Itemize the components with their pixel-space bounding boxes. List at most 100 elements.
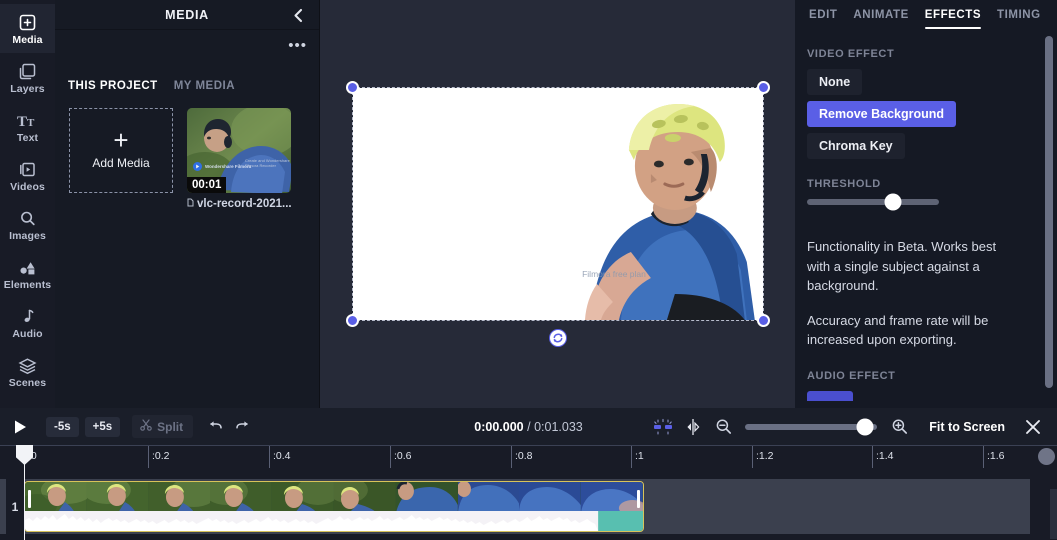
media-thumbnail[interactable]: Wondershare Filmora Create and Wondersha…: [187, 108, 291, 193]
rail-item-layers[interactable]: Layers: [0, 53, 55, 102]
threshold-slider[interactable]: [807, 193, 939, 211]
filmstrip-frame: [581, 482, 643, 513]
timeline-zoom-slider-thumb[interactable]: [856, 418, 874, 435]
time-separator: /: [527, 419, 531, 434]
filmstrip-frame: [519, 482, 582, 513]
video-effect-label: VIDEO EFFECT: [807, 48, 895, 60]
rail-item-label: Layers: [10, 82, 45, 95]
ruler-tick: :1.6: [983, 446, 1005, 468]
rail-item-label: Audio: [12, 327, 43, 340]
track-number: 1: [6, 479, 24, 534]
split-button[interactable]: Split: [132, 415, 194, 438]
beta-note-1: Functionality in Beta. Works best with a…: [807, 239, 997, 293]
timeline-horizontal-scroll-handle[interactable]: [1038, 448, 1055, 465]
threshold-slider-thumb[interactable]: [884, 193, 902, 211]
magnetic-snap-icon[interactable]: [649, 412, 677, 442]
rail-item-label: Elements: [3, 278, 52, 291]
undo-icon[interactable]: [201, 412, 229, 442]
zoom-out-icon[interactable]: [709, 412, 737, 442]
close-icon[interactable]: [1017, 411, 1049, 443]
fit-to-screen-button[interactable]: Fit to Screen: [919, 415, 1015, 439]
skip-forward-5s-button[interactable]: +5s: [84, 416, 121, 437]
chevron-left-icon[interactable]: [287, 4, 309, 26]
rail-item-label: Media: [12, 33, 43, 46]
rail-item-label: Images: [9, 229, 46, 242]
filmstrip-frame: [333, 482, 396, 513]
stage-subject-cutout: [525, 88, 763, 320]
tab-edit[interactable]: EDIT: [809, 1, 837, 31]
properties-panel: EDIT ANIMATE EFFECTS TIMING VIDEO EFFECT…: [795, 0, 1057, 408]
resize-handle-bottom-right[interactable]: [756, 314, 770, 327]
resize-handle-top-right[interactable]: [756, 81, 770, 94]
threshold-label: THRESHOLD: [807, 178, 881, 190]
tab-animate[interactable]: ANIMATE: [853, 1, 908, 31]
filmstrip-frame: [210, 482, 273, 513]
rail-item-text[interactable]: TT Text: [0, 102, 55, 151]
timeline-tracks: 1: [0, 467, 1057, 540]
timeline-clip[interactable]: [24, 481, 644, 532]
media-duration-badge: 00:01: [187, 177, 227, 193]
play-icon[interactable]: [0, 408, 40, 445]
audio-effect-option-partial[interactable]: [807, 390, 853, 401]
media-panel: MEDIA ••• THIS PROJECT MY MEDIA + Add Me…: [55, 0, 320, 408]
filmstrip-frame: [272, 482, 334, 513]
clip-trim-handle-left[interactable]: [28, 490, 31, 508]
time-current: 0:00.000: [474, 419, 524, 434]
more-dots-icon[interactable]: •••: [288, 38, 307, 53]
effect-option-remove-background[interactable]: Remove Background: [807, 101, 957, 127]
rail-item-media[interactable]: Media: [0, 4, 55, 53]
media-item[interactable]: Wondershare Filmora Create and Wondersha…: [187, 108, 291, 210]
filmora-editor-window: Media Layers TT Text Videos Images Eleme…: [0, 0, 1057, 540]
tab-this-project[interactable]: THIS PROJECT: [68, 80, 158, 92]
add-media-button[interactable]: + Add Media: [69, 108, 173, 193]
add-media-label: Add Media: [92, 155, 150, 170]
thumbnail-brand-overlay: Wondershare Filmora: [193, 162, 251, 171]
filmstrip-frame: [86, 482, 149, 513]
media-panel-tabs: THIS PROJECT MY MEDIA: [55, 30, 319, 92]
rail-item-label: Scenes: [8, 376, 47, 389]
left-tool-rail: Media Layers TT Text Videos Images Eleme…: [0, 0, 55, 408]
redo-icon[interactable]: [229, 412, 257, 442]
rail-item-elements[interactable]: Elements: [0, 249, 55, 298]
resize-handle-top-left[interactable]: [345, 81, 359, 94]
rail-item-scenes[interactable]: Scenes: [0, 347, 55, 396]
scissors-icon: [140, 419, 152, 434]
media-add-icon: [18, 12, 37, 33]
text-icon: TT: [17, 110, 39, 131]
effect-option-none[interactable]: None: [807, 69, 863, 95]
media-item-filename: vlc-record-2021...: [197, 198, 291, 210]
rail-item-audio[interactable]: Audio: [0, 298, 55, 347]
rail-item-label: Text: [16, 131, 39, 144]
playhead[interactable]: [16, 445, 33, 540]
thumbnail-brand-sub: Create and Wondershare Filmora Recorder: [245, 158, 290, 169]
time-total: 0:01.033: [534, 419, 583, 434]
svg-text:T: T: [17, 114, 27, 130]
skip-back-5s-button[interactable]: -5s: [46, 416, 79, 437]
tab-effects[interactable]: EFFECTS: [924, 1, 982, 31]
video-icon: [18, 159, 37, 180]
effect-option-chroma-key[interactable]: Chroma Key: [807, 133, 905, 159]
video-stage[interactable]: Filmora free plan: [345, 81, 770, 347]
rail-item-images[interactable]: Images: [0, 200, 55, 249]
resize-handle-bottom-left[interactable]: [345, 314, 359, 327]
beta-note-2: Accuracy and frame rate will be increase…: [807, 312, 989, 348]
rail-item-videos[interactable]: Videos: [0, 151, 55, 200]
tab-timing[interactable]: TIMING: [997, 1, 1041, 31]
media-item-name-row: vlc-record-2021...: [187, 198, 291, 210]
media-grid: + Add Media Wondershare Filmora Create a…: [55, 92, 319, 210]
preview-canvas-area[interactable]: Filmora free plan: [320, 0, 795, 408]
rotate-icon[interactable]: [548, 329, 567, 347]
timeline-vertical-scrollbar[interactable]: [1050, 489, 1057, 539]
plus-icon: +: [113, 125, 129, 156]
filmstrip-frame: [457, 482, 520, 513]
media-panel-header: MEDIA: [55, 0, 319, 30]
split-align-icon[interactable]: [679, 412, 707, 442]
tab-my-media[interactable]: MY MEDIA: [174, 80, 235, 92]
timeline-ruler[interactable]: :0 :0.2 :0.4 :0.6 :0.8 :1 :1.2 :1.4 :1.6: [0, 445, 1057, 468]
properties-scrollbar[interactable]: [1045, 36, 1053, 388]
zoom-in-icon[interactable]: [885, 412, 913, 442]
clip-trim-handle-right[interactable]: [637, 490, 640, 508]
elements-icon: [18, 257, 38, 278]
timeline-zoom-slider[interactable]: [745, 418, 878, 435]
media-panel-title: MEDIA: [165, 7, 209, 22]
